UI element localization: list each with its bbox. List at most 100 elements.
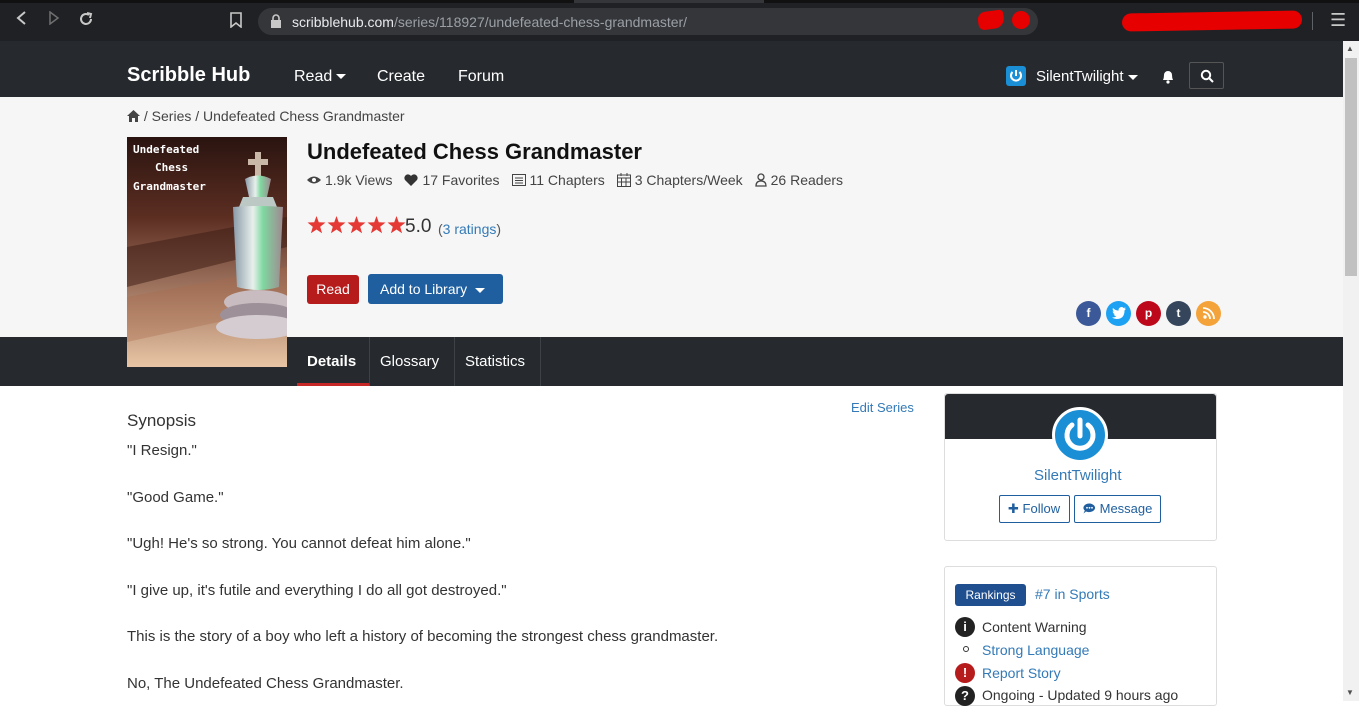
redacted-mark [1012,11,1030,29]
edit-series-link[interactable]: Edit Series [851,400,914,415]
nav-forum[interactable]: Forum [458,68,504,86]
ratings-link[interactable]: 3 ratings [443,221,497,237]
calendar-icon [616,173,631,187]
star-icon [387,216,406,234]
tab-glossary[interactable]: Glossary [370,337,455,386]
scroll-down-icon[interactable]: ▼ [1346,688,1354,697]
plus-icon: ✚ [1008,501,1019,516]
nav-read[interactable]: Read [294,68,347,86]
chapters-stat: 11 Chapters [511,172,605,188]
search-button[interactable] [1189,62,1224,89]
rss-share-icon[interactable] [1196,301,1221,326]
synopsis-paragraph: "I give up, it's futile and everything I… [127,582,507,599]
bell-icon[interactable] [1160,68,1176,84]
per-week-count: 3 Chapters/Week [634,172,743,188]
follow-button[interactable]: ✚ Follow [999,495,1070,523]
series-title: Undefeated Chess Grandmaster [307,139,642,164]
star-icon [347,216,366,234]
search-icon [1200,69,1214,83]
synopsis-paragraph: "I Resign." [127,442,197,459]
user-avatar[interactable] [1006,66,1026,86]
views-count: 1.9k Views [325,172,393,188]
author-avatar[interactable] [1052,407,1108,463]
synopsis-heading: Synopsis [127,411,196,430]
synopsis-paragraph: This is the story of a boy who left a hi… [127,628,719,645]
facebook-share-icon[interactable]: f [1076,301,1101,326]
toolbar-divider [1312,12,1313,30]
user-icon [754,173,767,187]
caret-down-icon [475,287,486,293]
browser-toolbar: scribblehub.com/series/118927/undefeated… [0,0,1359,41]
rating-value: 5.0 [405,216,432,237]
rating-count: (3 ratings) [438,221,502,237]
synopsis-paragraph: No, The Undefeated Chess Grandmaster. [127,675,404,692]
active-tab[interactable] [574,0,764,3]
breadcrumb: / Series / Undefeated Chess Grandmaster [127,108,405,124]
star-icon [367,216,386,234]
tab-details[interactable]: Details [297,337,370,386]
series-cover: Undefeated Chess Grandmaster [127,137,287,367]
twitter-share-icon[interactable] [1106,301,1131,326]
breadcrumb-current: Undefeated Chess Grandmaster [203,108,405,124]
tab-statistics[interactable]: Statistics [455,337,541,386]
url-text: scribblehub.com/series/118927/undefeated… [292,14,688,30]
reload-icon[interactable] [76,11,96,31]
browser-menu-icon[interactable]: ☰ [1330,10,1346,31]
readers-count: 26 Readers [770,172,844,188]
svg-text:Grandmaster: Grandmaster [133,180,206,193]
chat-icon [1083,503,1096,514]
readers-stat: 26 Readers [754,172,844,188]
list-icon [511,174,526,186]
content-warning-label: Content Warning [982,619,1087,635]
star-icon [307,216,326,234]
message-label: Message [1099,501,1153,516]
tumblr-share-icon[interactable]: t [1166,301,1191,326]
read-button[interactable]: Read [307,275,359,304]
rating-stars [307,216,406,234]
star-icon [327,216,346,234]
add-to-library-label: Add to Library [380,281,468,297]
strong-language-link[interactable]: Strong Language [982,642,1089,658]
rankings-badge: Rankings [955,584,1026,606]
nav-read-label: Read [294,68,333,85]
pinterest-share-icon[interactable]: p [1136,301,1161,326]
favorites-count: 17 Favorites [422,172,500,188]
message-button[interactable]: Message [1074,495,1161,523]
caret-down-icon [336,74,347,80]
caret-down-icon [1127,74,1138,80]
eye-icon [307,176,321,184]
synopsis-paragraph: "Ugh! He's so strong. You cannot defeat … [127,535,471,552]
exclamation-icon: ! [955,663,975,683]
scroll-up-icon[interactable]: ▲ [1346,44,1354,53]
list-bullet [963,646,969,652]
views-stat: 1.9k Views [307,172,392,188]
report-story-link[interactable]: Report Story [982,665,1061,681]
rank-link[interactable]: #7 in Sports [1035,586,1110,602]
user-menu[interactable]: SilentTwilight [1036,68,1138,85]
lock-icon [270,14,282,28]
back-icon[interactable] [12,11,32,31]
author-name-link[interactable]: SilentTwilight [1034,467,1122,484]
info-icon: i [955,617,975,637]
chapters-count: 11 Chapters [529,172,605,188]
user-name: SilentTwilight [1036,68,1124,85]
synopsis-paragraph: "Good Game." [127,489,224,506]
site-logo[interactable]: Scribble Hub [127,64,250,87]
question-icon: ? [955,686,975,706]
home-icon[interactable] [127,110,140,122]
add-to-library-button[interactable]: Add to Library [368,274,503,304]
svg-text:Chess: Chess [155,161,188,174]
redacted-mark [1121,10,1303,32]
nav-create[interactable]: Create [377,68,425,86]
follow-label: Follow [1022,501,1061,516]
address-bar[interactable]: scribblehub.com/series/118927/undefeated… [258,8,1038,35]
forward-icon[interactable] [44,10,64,31]
breadcrumb-series[interactable]: Series [152,108,192,124]
bookmark-icon[interactable] [230,12,242,29]
heart-icon [404,173,419,186]
series-stats: 1.9k Views 17 Favorites 11 Chapters 3 Ch… [307,172,843,188]
favorites-stat: 17 Favorites [404,172,500,188]
scroll-thumb[interactable] [1345,58,1357,276]
svg-text:Undefeated: Undefeated [133,143,199,156]
per-week-stat: 3 Chapters/Week [616,172,743,188]
